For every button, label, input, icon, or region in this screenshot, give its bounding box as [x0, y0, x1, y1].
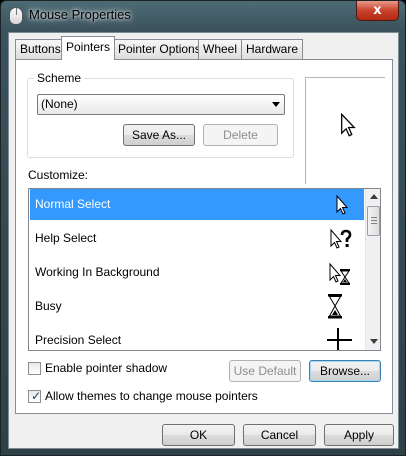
list-item-label: Precision Select: [35, 333, 122, 347]
cursor-list[interactable]: Normal Select Help Select Working In Bac…: [28, 188, 381, 351]
cursor-preview: [305, 77, 385, 184]
working-cursor-icon: [329, 262, 350, 285]
chevron-up-icon[interactable]: [370, 194, 378, 199]
allow-themes-label: Allow themes to change mouse pointers: [45, 389, 258, 403]
scheme-dropdown[interactable]: (None): [37, 94, 285, 115]
scheme-group: [27, 78, 294, 158]
mouse-icon: [9, 7, 23, 25]
title-bar[interactable]: Mouse Properties x: [1, 1, 405, 31]
list-item-help-select[interactable]: Help Select: [30, 223, 364, 254]
chevron-down-icon[interactable]: [370, 339, 378, 344]
tab-buttons[interactable]: Buttons: [15, 39, 66, 59]
tab-wheel[interactable]: Wheel: [198, 39, 243, 59]
crosshair-cursor-icon: [327, 328, 352, 350]
pointer-shadow-label: Enable pointer shadow: [45, 361, 168, 375]
apply-button[interactable]: Apply: [324, 424, 394, 446]
pointer-shadow-checkbox[interactable]: [28, 362, 41, 375]
cancel-button[interactable]: Cancel: [243, 424, 316, 446]
tab-pointer-options[interactable]: Pointer Options: [113, 39, 206, 59]
arrow-cursor-icon: [336, 194, 349, 215]
tab-pointers[interactable]: Pointers: [61, 36, 116, 60]
pointers-tab-page: Scheme (None) Save As... Delete Customiz…: [15, 59, 393, 414]
close-button[interactable]: x: [356, 1, 399, 21]
delete-button[interactable]: Delete: [203, 124, 278, 146]
list-scrollbar[interactable]: [365, 189, 380, 350]
list-item-label: Normal Select: [35, 197, 111, 211]
list-item-precision-select[interactable]: Precision Select: [30, 325, 364, 350]
help-cursor-icon: [330, 228, 352, 249]
scheme-group-label: Scheme: [34, 71, 85, 85]
arrow-cursor-icon: [341, 113, 356, 137]
grip-line: [371, 220, 377, 221]
scrollbar-thumb[interactable]: [367, 206, 380, 236]
list-item-label: Busy: [35, 299, 62, 313]
list-item-label: Working In Background: [35, 265, 160, 279]
dialog-body: Buttons Pointers Pointer Options Wheel H…: [8, 32, 399, 449]
tab-hardware[interactable]: Hardware: [241, 39, 304, 59]
hourglass-cursor-icon: [328, 294, 342, 319]
checkmark-icon: ✓: [31, 389, 42, 403]
list-item-label: Help Select: [35, 231, 97, 245]
grip-line: [371, 223, 377, 224]
scheme-selected-value: (None): [41, 97, 78, 111]
chevron-down-icon: [272, 102, 280, 107]
ok-button[interactable]: OK: [162, 424, 235, 446]
save-as-button[interactable]: Save As...: [123, 124, 195, 146]
browse-button[interactable]: Browse...: [309, 360, 381, 382]
list-item-normal-select[interactable]: Normal Select: [30, 189, 364, 220]
grip-line: [371, 217, 377, 218]
customize-label: Customize:: [28, 168, 89, 182]
list-item-working-in-background[interactable]: Working In Background: [30, 257, 364, 288]
close-icon: x: [373, 3, 382, 18]
list-item-busy[interactable]: Busy: [30, 291, 364, 322]
use-default-button[interactable]: Use Default: [229, 360, 301, 382]
window-title: Mouse Properties: [29, 7, 131, 22]
mouse-properties-window: Mouse Properties x Buttons Pointers Poin…: [0, 0, 406, 456]
allow-themes-checkbox[interactable]: ✓: [28, 389, 42, 403]
